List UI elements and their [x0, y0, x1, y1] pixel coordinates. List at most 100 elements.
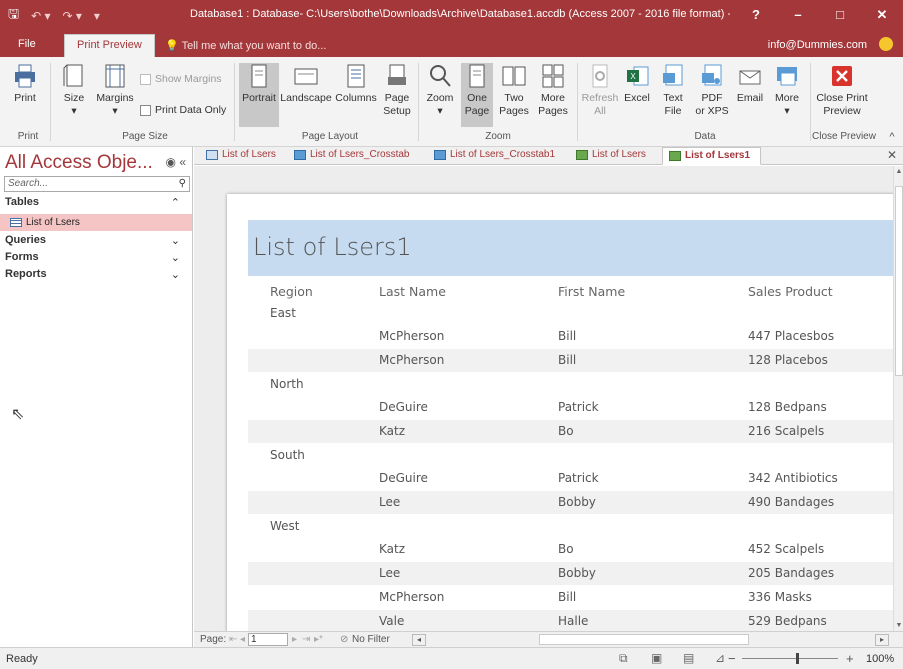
first-page-icon[interactable]: ⇤ — [229, 634, 237, 645]
two-pages-button[interactable]: Two Pages — [496, 63, 532, 118]
nav-pane-header[interactable]: All Access Obje... — [5, 152, 153, 174]
cell-first-name: Bill — [558, 590, 577, 604]
search-icon[interactable]: ⚲ — [179, 177, 186, 191]
scroll-down-icon[interactable]: ▼ — [894, 622, 903, 629]
nav-section-tables[interactable]: Tables ⌃ — [5, 196, 188, 209]
close-document-icon[interactable]: ✕ — [887, 148, 897, 162]
doc-tab-label: List of Lsers — [592, 149, 646, 160]
collapse-ribbon-icon[interactable]: ^ — [885, 131, 899, 143]
scrollbar-thumb[interactable] — [895, 186, 903, 376]
undo-icon[interactable]: ↶ ▾ — [31, 9, 50, 23]
nav-search-input[interactable]: Search... ⚲ — [4, 176, 190, 192]
print-button[interactable]: Print — [8, 63, 42, 105]
zoom-percentage[interactable]: 100% — [866, 653, 894, 665]
vertical-scrollbar[interactable]: ▲ ▼ — [893, 166, 903, 631]
margins-label: Margins — [96, 92, 134, 104]
design-view-icon[interactable]: ⊿ — [715, 651, 725, 665]
more-pages-label-1: More — [541, 92, 565, 104]
page-number-input[interactable]: 1 — [248, 633, 288, 646]
minimize-button[interactable]: – — [777, 0, 819, 30]
portrait-button[interactable]: Portrait — [239, 63, 279, 127]
print-preview-view-icon[interactable]: ▣ — [651, 651, 662, 665]
print-data-only-checkbox[interactable]: Print Data Only — [140, 104, 226, 116]
nav-section-reports[interactable]: Reports ⌄ — [5, 268, 188, 281]
doc-tab-list-of-lsers[interactable]: List of Lsers — [200, 147, 276, 165]
nav-section-queries[interactable]: Queries ⌄ — [5, 234, 188, 247]
scroll-right-icon[interactable]: ▸ — [875, 634, 889, 646]
feedback-smiley-icon[interactable] — [879, 37, 893, 51]
page-setup-button[interactable]: Page Setup — [381, 63, 413, 118]
landscape-button[interactable]: Landscape — [280, 63, 332, 105]
columns-label: Columns — [335, 92, 377, 104]
table-row: McPherson Bill 128 Placebos — [248, 349, 893, 372]
show-margins-label: Show Margins — [155, 73, 222, 85]
tell-me-search[interactable]: 💡 Tell me what you want to do... — [165, 39, 326, 52]
nav-section-forms[interactable]: Forms ⌄ — [5, 251, 188, 264]
two-pages-label-1: Two — [504, 92, 524, 104]
excel-label: Excel — [624, 92, 650, 104]
save-icon[interactable]: 🖫 — [8, 5, 19, 27]
columns-button[interactable]: Columns — [333, 63, 379, 105]
doc-tab-list-of-lsers-report[interactable]: List of Lsers — [570, 147, 646, 165]
one-page-button[interactable]: One Page — [461, 63, 493, 127]
scroll-up-icon[interactable]: ▲ — [894, 168, 903, 175]
zoom-in-icon[interactable]: + — [846, 651, 854, 666]
doc-tab-list-of-lsers1[interactable]: List of Lsers1 — [662, 147, 762, 165]
zoom-slider[interactable] — [742, 658, 838, 659]
text-file-button[interactable]: Text File — [657, 63, 689, 118]
dropdown-arrow-icon: ▾ — [437, 105, 443, 117]
more-pages-button[interactable]: More Pages — [534, 63, 572, 118]
scroll-left-icon[interactable]: ◂ — [412, 634, 426, 646]
account-email[interactable]: info@Dummies.com — [768, 39, 867, 51]
doc-tab-crosstab[interactable]: List of Lsers_Crosstab — [288, 147, 410, 165]
zoom-slider-thumb[interactable] — [796, 653, 799, 664]
dropdown-arrow-icon: ▾ — [112, 105, 118, 117]
group-label-data: Data — [694, 131, 716, 142]
window-controls: ? – □ ✕ — [735, 0, 903, 30]
close-window-button[interactable]: ✕ — [861, 0, 903, 30]
show-margins-checkbox[interactable]: Show Margins — [140, 73, 222, 85]
text-file-icon — [663, 64, 683, 86]
last-page-icon[interactable]: ⇥ — [302, 634, 310, 645]
cell-sales-product: 216 Scalpels — [748, 424, 825, 438]
restore-button[interactable]: □ — [819, 0, 861, 30]
layout-view-icon[interactable]: ▤ — [683, 651, 694, 665]
next-page-icon[interactable]: ▸ — [292, 634, 297, 645]
tab-file[interactable]: File — [6, 34, 48, 57]
more-export-button[interactable]: More ▾ — [770, 63, 804, 118]
cell-sales-product: 128 Placebos — [748, 353, 828, 367]
nav-item-list-of-lsers[interactable]: List of Lsers — [0, 214, 192, 231]
size-button[interactable]: Size ▾ — [56, 63, 92, 118]
report-title: List of Lsers1 — [248, 220, 893, 276]
group-label-close-preview: Close Preview — [812, 131, 876, 142]
tab-print-preview[interactable]: Print Preview — [64, 34, 155, 57]
cell-first-name: Bobby — [558, 495, 596, 509]
customize-qat-icon[interactable]: ▾ — [94, 9, 100, 23]
pdf-label-2: or XPS — [695, 105, 729, 117]
margins-button[interactable]: Margins ▾ — [94, 63, 136, 118]
cell-first-name: Halle — [558, 614, 589, 628]
help-button[interactable]: ? — [735, 0, 777, 30]
checkbox-icon — [140, 73, 151, 85]
mouse-pointer-icon: ⇖ — [11, 406, 25, 423]
redo-icon[interactable]: ↷ ▾ — [63, 9, 82, 23]
filter-status[interactable]: No Filter — [352, 634, 390, 645]
expand-chevron-icon: ⌄ — [170, 252, 180, 264]
nav-menu-dropdown-icon[interactable]: ◉ — [165, 155, 175, 169]
horizontal-scrollbar[interactable] — [539, 634, 749, 645]
pdf-xps-button[interactable]: PDF or XPS — [693, 63, 731, 118]
group-header-region: North — [270, 377, 304, 391]
close-print-preview-button[interactable]: Close Print Preview — [814, 63, 870, 118]
email-button[interactable]: Email — [733, 63, 767, 105]
query-icon — [434, 150, 446, 160]
report-view-icon[interactable]: ⧉ — [619, 651, 628, 666]
shutter-bar-close-icon[interactable]: « — [179, 155, 186, 169]
zoom-button[interactable]: Zoom ▾ — [423, 63, 457, 118]
doc-tab-crosstab1[interactable]: List of Lsers_Crosstab1 — [428, 147, 555, 165]
refresh-all-button[interactable]: Refresh All — [581, 63, 619, 118]
zoom-out-icon[interactable]: − — [728, 651, 736, 666]
cell-sales-product: 452 Scalpels — [748, 542, 825, 556]
new-page-icon[interactable]: ▸* — [314, 634, 323, 645]
excel-button[interactable]: X Excel — [621, 63, 653, 105]
previous-page-icon[interactable]: ◂ — [240, 634, 245, 645]
